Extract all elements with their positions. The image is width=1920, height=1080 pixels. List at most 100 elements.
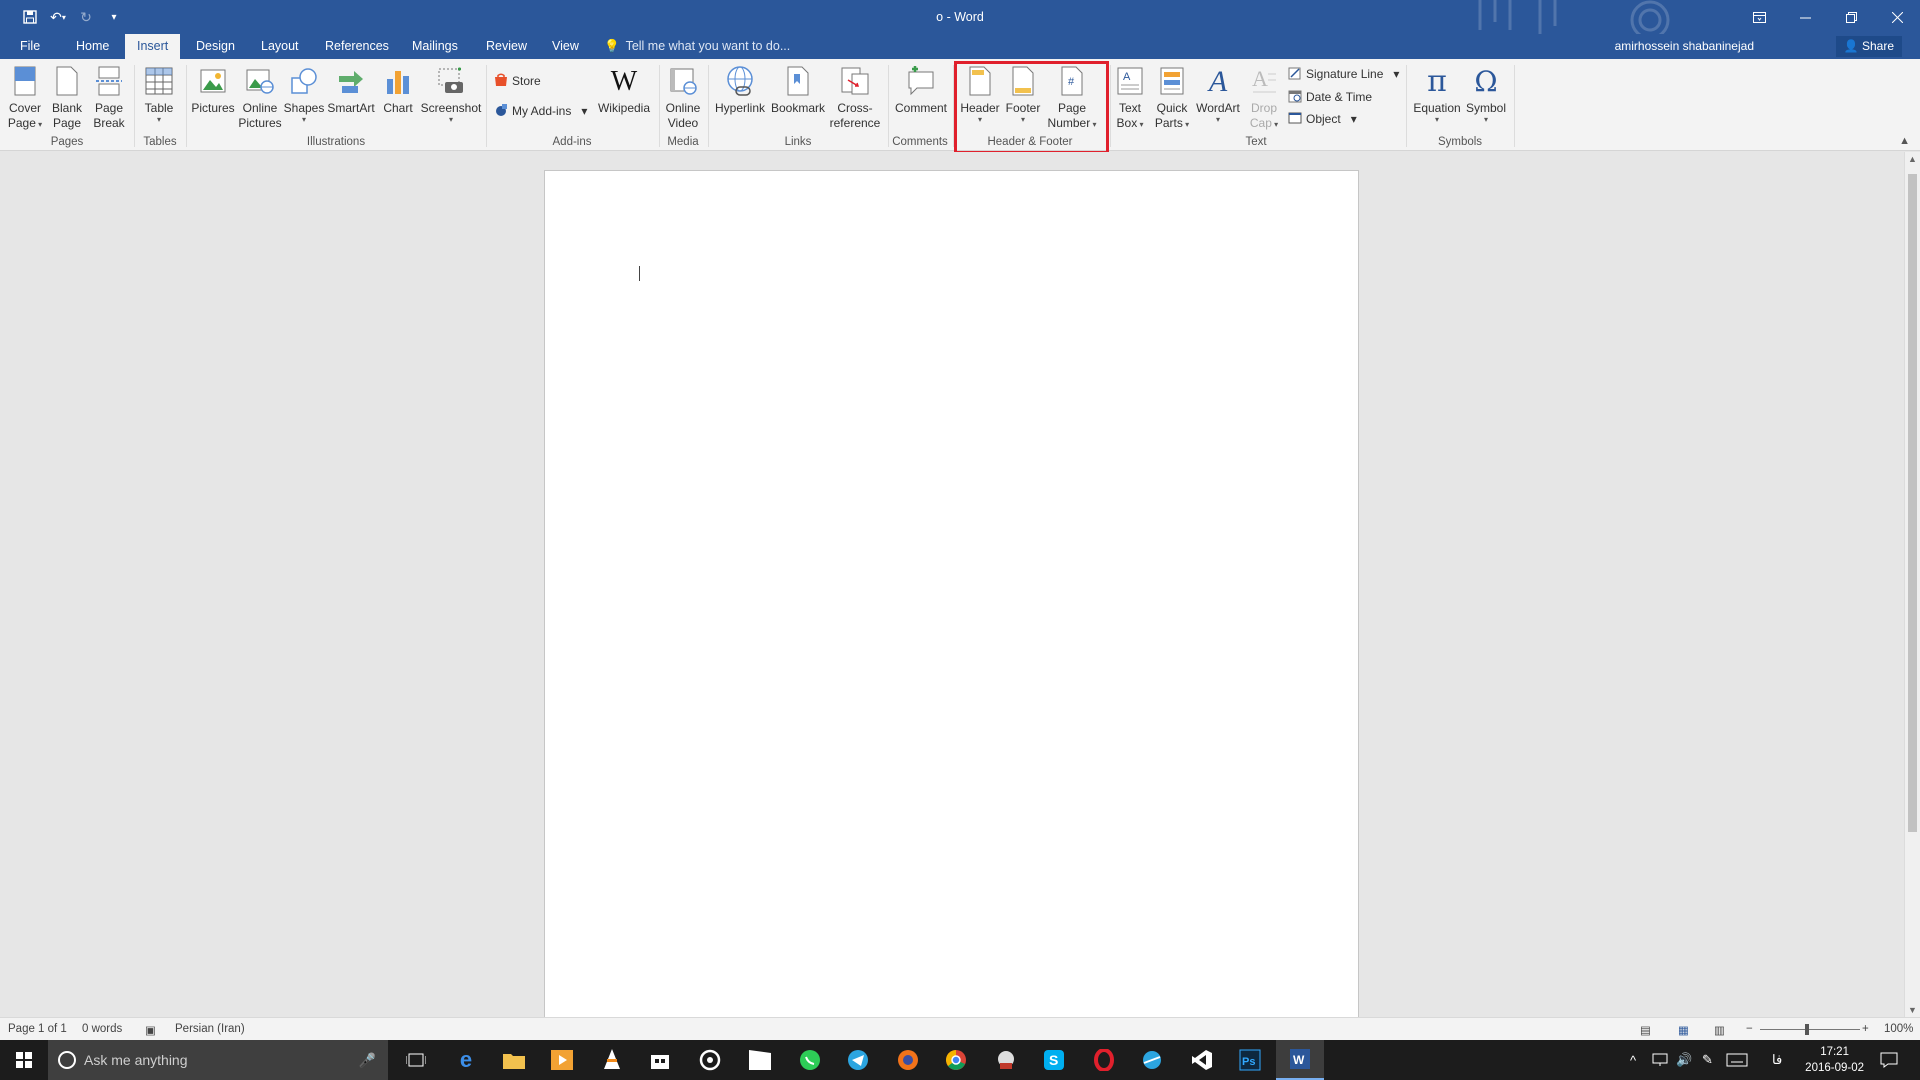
- zoom-out-icon[interactable]: −: [1746, 1023, 1753, 1035]
- text-box-button[interactable]: A Text Box ▾: [1114, 63, 1146, 131]
- microphone-icon[interactable]: 🎤: [359, 1052, 376, 1069]
- tab-references[interactable]: References: [313, 34, 401, 59]
- read-mode-icon[interactable]: ▤: [1640, 1023, 1651, 1037]
- document-page[interactable]: [544, 170, 1359, 1020]
- cross-reference-button[interactable]: Cross- reference: [826, 63, 884, 131]
- table-button[interactable]: Table ▾: [141, 63, 177, 124]
- cortana-search-box[interactable]: Ask me anything 🎤: [48, 1040, 388, 1080]
- smartart-button[interactable]: SmartArt: [326, 63, 376, 116]
- minimize-icon[interactable]: [1782, 0, 1828, 34]
- volume-icon[interactable]: 🔊: [1676, 1040, 1692, 1080]
- group-separator: [659, 65, 660, 147]
- word-taskbar-icon[interactable]: W: [1276, 1040, 1324, 1080]
- user-name[interactable]: amirhossein shabaninejad: [1615, 34, 1754, 59]
- pen-icon[interactable]: ✎: [1702, 1040, 1713, 1080]
- scrollbar-thumb[interactable]: [1908, 174, 1917, 832]
- screenshot-button[interactable]: Screenshot ▾: [420, 63, 482, 124]
- quick-parts-label: Quick: [1156, 101, 1188, 115]
- svg-text:W: W: [1293, 1053, 1305, 1067]
- store-button[interactable]: Store: [494, 71, 541, 91]
- hyperlink-button[interactable]: Hyperlink: [712, 63, 768, 116]
- tab-home[interactable]: Home: [64, 34, 121, 59]
- game-app-icon[interactable]: [982, 1040, 1030, 1080]
- network-icon[interactable]: [1652, 1040, 1668, 1080]
- restore-icon[interactable]: [1828, 0, 1874, 34]
- vlc-icon[interactable]: [588, 1040, 636, 1080]
- zoom-in-icon[interactable]: +: [1862, 1023, 1869, 1035]
- online-video-button[interactable]: Online Video: [662, 63, 704, 131]
- tab-review[interactable]: Review: [474, 34, 539, 59]
- object-button[interactable]: Object ▾: [1288, 109, 1357, 129]
- drop-cap-button[interactable]: A Drop Cap ▾: [1246, 63, 1282, 131]
- system-clock[interactable]: 17:21 2016-09-02: [1805, 1044, 1864, 1076]
- store-taskbar-icon[interactable]: [636, 1040, 684, 1080]
- zoom-slider-thumb[interactable]: [1805, 1024, 1809, 1035]
- close-icon[interactable]: [1874, 0, 1920, 34]
- tab-insert[interactable]: Insert: [125, 34, 181, 59]
- file-explorer-icon[interactable]: [490, 1040, 538, 1080]
- signature-line-button[interactable]: Signature Line ▾: [1288, 64, 1399, 84]
- bookmark-button[interactable]: Bookmark: [770, 63, 826, 116]
- chrome-icon[interactable]: [932, 1040, 980, 1080]
- zoom-slider[interactable]: [1760, 1029, 1860, 1030]
- photoshop-icon[interactable]: Ps: [1226, 1040, 1274, 1080]
- movies-icon[interactable]: [736, 1040, 784, 1080]
- circle-app-icon[interactable]: [686, 1040, 734, 1080]
- edge-icon[interactable]: e: [442, 1040, 490, 1080]
- opera-icon[interactable]: [1080, 1040, 1128, 1080]
- vertical-scrollbar[interactable]: ▲ ▼: [1904, 152, 1920, 1017]
- object-dropdown-icon: ▾: [1350, 112, 1357, 126]
- keyboard-icon[interactable]: [1726, 1040, 1748, 1080]
- share-button[interactable]: 👤 Share: [1835, 36, 1902, 57]
- pictures-button[interactable]: Pictures: [190, 63, 236, 116]
- date-time-button[interactable]: Date & Time: [1288, 87, 1372, 107]
- comment-button[interactable]: Comment: [892, 63, 950, 116]
- task-view-icon[interactable]: [392, 1040, 440, 1080]
- bookmark-label: Bookmark: [770, 101, 826, 115]
- show-hidden-icons[interactable]: ^: [1630, 1040, 1636, 1080]
- zoom-level[interactable]: 100%: [1884, 1023, 1913, 1035]
- whatsapp-icon[interactable]: [786, 1040, 834, 1080]
- windows-start-icon[interactable]: [0, 1040, 48, 1080]
- print-layout-icon[interactable]: ▦: [1678, 1023, 1689, 1037]
- tell-me-box[interactable]: 💡 Tell me what you want to do...: [604, 34, 790, 59]
- word-count[interactable]: 0 words: [82, 1023, 122, 1035]
- visual-studio-icon[interactable]: [1178, 1040, 1226, 1080]
- media-player-icon[interactable]: [538, 1040, 586, 1080]
- tab-design[interactable]: Design: [184, 34, 247, 59]
- collapse-ribbon-icon[interactable]: ▲: [1899, 135, 1910, 147]
- action-center-icon[interactable]: [1880, 1040, 1898, 1080]
- tab-mailings[interactable]: Mailings: [400, 34, 470, 59]
- firefox-icon[interactable]: [884, 1040, 932, 1080]
- cover-page-label: Cover: [8, 101, 41, 115]
- online-pictures-button[interactable]: Online Pictures: [238, 63, 282, 131]
- language[interactable]: Persian (Iran): [175, 1023, 245, 1035]
- quick-parts-button[interactable]: Quick Parts ▾: [1152, 63, 1192, 131]
- skype-icon[interactable]: S: [1030, 1040, 1078, 1080]
- cover-page-button[interactable]: Cover Page ▾: [6, 63, 44, 131]
- blank-page-button[interactable]: Blank Page: [48, 63, 86, 131]
- table-label: Table: [144, 101, 174, 115]
- browser-app-icon[interactable]: [1128, 1040, 1176, 1080]
- page-break-button[interactable]: Page Break: [90, 63, 128, 131]
- equation-label: Equation: [1413, 101, 1461, 115]
- input-language[interactable]: فا: [1772, 1040, 1782, 1080]
- web-layout-icon[interactable]: ▥: [1714, 1023, 1725, 1037]
- chart-button[interactable]: Chart: [380, 63, 416, 116]
- equation-button[interactable]: π Equation ▾: [1412, 63, 1462, 124]
- tab-view[interactable]: View: [540, 34, 591, 59]
- wikipedia-button[interactable]: W Wikipedia: [594, 63, 654, 116]
- page-count[interactable]: Page 1 of 1: [8, 1023, 67, 1035]
- drop-cap-label: Drop: [1250, 101, 1277, 115]
- shapes-button[interactable]: Shapes ▾: [284, 63, 324, 124]
- proofing-icon[interactable]: ▣: [145, 1023, 156, 1037]
- scroll-down-icon[interactable]: ▼: [1908, 1005, 1917, 1015]
- symbol-button[interactable]: Ω Symbol ▾: [1464, 63, 1508, 124]
- tab-file[interactable]: File: [8, 34, 52, 59]
- wordart-button[interactable]: A WordArt ▾: [1194, 63, 1242, 124]
- tab-layout[interactable]: Layout: [249, 34, 311, 59]
- my-addins-button[interactable]: My Add-ins ▾: [494, 101, 587, 121]
- scroll-up-icon[interactable]: ▲: [1908, 154, 1917, 164]
- ribbon-display-options-icon[interactable]: [1736, 0, 1782, 34]
- telegram-icon[interactable]: [834, 1040, 882, 1080]
